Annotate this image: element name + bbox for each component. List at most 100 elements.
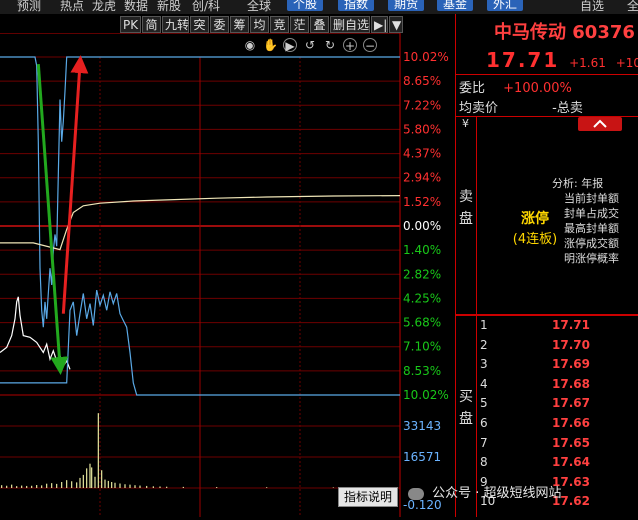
top-menu-item[interactable]: 数据 <box>124 0 148 14</box>
top-menu-item[interactable]: 热点 <box>60 0 84 14</box>
toolbar-button[interactable]: 筹 <box>230 16 249 33</box>
analysis-line: 涨停成交额 <box>564 237 619 250</box>
weibi-row: 委比 +100.00% <box>459 77 572 96</box>
wechat-icon <box>408 487 424 500</box>
bid-level: 5 <box>480 396 488 411</box>
price-axis-label: 5.80% <box>403 122 441 136</box>
toolbar-button[interactable]: 委 <box>210 16 229 33</box>
bid-price: 17.67 <box>552 396 590 411</box>
price-axis-label: 4.37% <box>403 147 441 161</box>
analysis-line: 当前封单额 <box>564 192 619 205</box>
buy-char-2: 盘 <box>459 411 473 427</box>
top-menu-item[interactable]: 外汇 <box>487 0 524 11</box>
indicator-help-button[interactable]: 指标说明 <box>338 487 398 507</box>
intraday-chart-svg[interactable]: 10.02% 8.65% 7.22% 5.80% 4.37% 2.94% 1.52% 0.00… <box>0 32 455 518</box>
bid-level: 1 <box>480 318 488 332</box>
watermark: 公众号 · 超级短线网站 <box>408 482 562 501</box>
top-menu-item[interactable]: 新股 <box>157 0 181 14</box>
top-menu-item[interactable]: 自选 <box>580 0 604 14</box>
top-menu-item[interactable]: 全 <box>627 0 638 14</box>
price-row: 17.71 +1.61 +10.0 <box>486 48 638 72</box>
analysis-box: 分析: 年报当前封单额封单占成交最高封单额涨停成交额明涨停概率 <box>552 176 619 266</box>
collapse-up-button[interactable] <box>578 117 622 131</box>
top-menu-item[interactable]: 期货 <box>388 0 425 11</box>
bid-level: 2 <box>480 337 488 352</box>
avg-ask-row: 均卖价 -总卖 <box>459 97 583 116</box>
toolbar-button[interactable]: 均 <box>250 16 269 33</box>
intraday-chart[interactable]: 10.02% 8.65% 7.22% 5.80% 4.37% 2.94% 1.52% 0.00… <box>0 32 455 518</box>
top-menu-item[interactable]: 全球 <box>247 0 271 14</box>
price-axis-label: 5.68% <box>403 316 441 330</box>
analysis-line: 最高封单额 <box>564 222 619 235</box>
annotation-arrow <box>61 55 89 314</box>
toolbar-button[interactable]: 叠 <box>310 16 329 33</box>
analysis-line: 封单占成交 <box>564 207 619 220</box>
price-axis-label: 0.00% <box>403 219 441 233</box>
annotation-arrow <box>36 63 69 375</box>
bid-level: 8 <box>480 455 488 470</box>
price-change-pct: +10.0 <box>615 56 638 70</box>
total-ask-label: -总卖 <box>552 101 583 116</box>
top-menu-item[interactable]: 个股 <box>287 0 324 11</box>
top-menu-item[interactable]: 创/科 <box>192 0 220 14</box>
price-axis-label: 2.94% <box>403 171 441 185</box>
price-axis-label: 10.02% <box>403 50 449 64</box>
price-axis-label: 1.40% <box>403 243 441 257</box>
buy-side-label: 买 盘 <box>459 386 475 430</box>
yen-mark: ¥ <box>462 117 469 130</box>
bid-price: 17.66 <box>552 416 590 430</box>
price-axis-label: 8.65% <box>403 74 441 88</box>
price-axis-label: 7.10% <box>403 340 441 354</box>
chevron-up-icon <box>593 119 607 128</box>
price-axis-label: 8.53% <box>403 364 441 378</box>
last-price: 17.71 <box>486 48 560 72</box>
top-menu-item[interactable]: 指数 <box>338 0 375 11</box>
price-axis-label: 2.82% <box>403 267 441 281</box>
toolbar-button[interactable]: ▶| <box>371 16 388 33</box>
top-menu-item[interactable]: 龙虎 <box>92 0 116 14</box>
volume-axis-label: 16571 <box>403 450 441 464</box>
toolbar-button[interactable]: ▼ <box>389 16 403 33</box>
divider <box>476 117 477 315</box>
bid-level: 3 <box>480 357 488 372</box>
price-change: +1.61 <box>569 56 606 70</box>
sell-char-1: 卖 <box>459 189 473 205</box>
bid-price: 17.70 <box>552 337 590 352</box>
bid-price: 17.69 <box>552 357 590 372</box>
price-axis-label: 10.02% <box>403 388 449 402</box>
toolbar-button[interactable]: 竞 <box>270 16 289 33</box>
bid-price: 17.64 <box>552 455 590 470</box>
analysis-line: 分析: 年报 <box>552 177 604 190</box>
sell-char-2: 盘 <box>459 211 473 227</box>
toolbar-button[interactable]: 简 <box>142 16 161 33</box>
toolbar-button[interactable]: PK <box>120 16 141 33</box>
toolbar-button[interactable]: 删自选 <box>330 16 370 33</box>
weibi-label: 委比 <box>459 81 486 96</box>
sell-side-label: 卖 盘 <box>459 186 475 230</box>
divider <box>456 74 638 75</box>
price-axis-label: 7.22% <box>403 98 441 112</box>
toolbar-button[interactable]: 九转 <box>162 16 189 33</box>
bid-price: 17.65 <box>552 435 590 450</box>
bid-level: 7 <box>480 435 488 450</box>
volume-axis-label: 33143 <box>403 419 441 433</box>
bid-price: 17.71 <box>552 318 590 332</box>
top-menu-item[interactable]: 预测 <box>17 0 41 14</box>
quote-panel: 中马传动 60376 17.71 +1.61 +10.0 委比 +100.00%… <box>455 14 638 517</box>
toolbar-button[interactable]: 突 <box>190 16 209 33</box>
weibi-value: +100.00% <box>503 81 572 96</box>
stock-name: 中马传动 60376 <box>494 22 635 43</box>
divider <box>456 314 638 316</box>
price-axis-label: 1.52% <box>403 195 441 209</box>
watermark-text: 公众号 · 超级短线网站 <box>432 486 562 501</box>
top-menu-item[interactable]: 基金 <box>437 0 474 11</box>
analysis-line: 明涨停概率 <box>564 252 619 265</box>
toolbar-button[interactable]: 茫 <box>290 16 309 33</box>
bid-level: 6 <box>480 416 488 430</box>
avg-ask-label: 均卖价 <box>459 101 499 116</box>
top-menu-bar: 预测 热点 龙虎 数据 新股 创/科 全球 个股 指数 期货 基金 外汇 自选 全 <box>0 0 638 14</box>
buy-char-1: 买 <box>459 389 473 405</box>
bid-price: 17.68 <box>552 376 590 391</box>
bid-level: 4 <box>480 376 488 391</box>
price-axis-label: 4.25% <box>403 291 441 305</box>
